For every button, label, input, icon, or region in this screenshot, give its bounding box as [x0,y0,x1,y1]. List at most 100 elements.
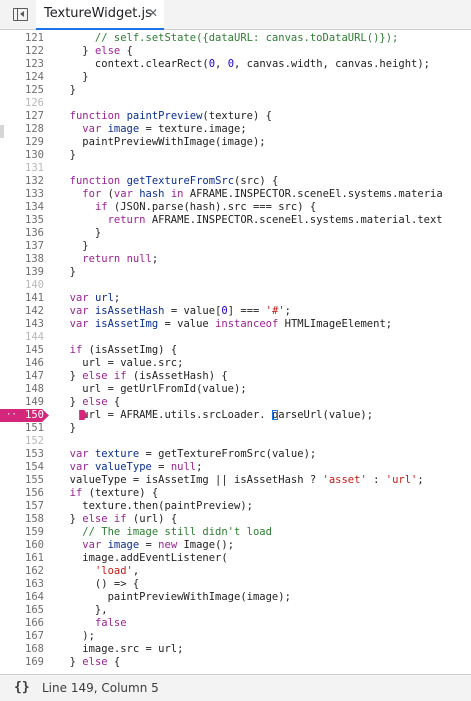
code-line[interactable]: 153 var texture = getTextureFromSrc(valu… [0,448,471,461]
code-line[interactable]: 165 }, [0,604,471,617]
code-line[interactable]: 125 } [0,84,471,97]
line-number[interactable]: 153 [0,448,44,461]
line-number[interactable]: 142 [0,305,44,318]
code-line[interactable]: 156 if (texture) { [0,487,471,500]
line-number[interactable]: 168 [0,643,44,656]
code-line[interactable]: 134 if (JSON.parse(hash).src === src) { [0,201,471,214]
code-line[interactable]: ·· 150 url = AFRAME.utils.srcLoader. pars… [0,409,471,422]
line-number[interactable]: 166 [0,617,44,630]
code-line[interactable]: 151 } [0,422,471,435]
line-number[interactable]: 141 [0,292,44,305]
code-editor[interactable]: 121 // self.setState({dataURL: canvas.to… [0,30,471,674]
code-line[interactable]: 137 } [0,240,471,253]
pretty-print-icon[interactable]: {} [14,680,30,695]
line-number[interactable]: 122 [0,45,44,58]
line-number[interactable]: 161 [0,552,44,565]
line-number[interactable]: 130 [0,149,44,162]
code-line[interactable]: 136 } [0,227,471,240]
code-line[interactable]: 169 } else { [0,656,471,669]
line-number[interactable]: 129 [0,136,44,149]
code-line[interactable]: 128 var image = texture.image; [0,123,471,136]
line-number[interactable]: 163 [0,578,44,591]
code-line[interactable]: 138 return null; [0,253,471,266]
line-number[interactable]: 158 [0,513,44,526]
code-line[interactable]: 132 function getTextureFromSrc(src) { [0,175,471,188]
code-line[interactable]: 133 for (var hash in AFRAME.INSPECTOR.sc… [0,188,471,201]
code-line[interactable]: 158 } else if (url) { [0,513,471,526]
line-number[interactable]: 136 [0,227,44,240]
line-number[interactable]: 124 [0,71,44,84]
inline-breakpoint-slot-icon[interactable] [272,410,279,420]
line-number[interactable]: 147 [0,370,44,383]
line-number[interactable]: 144 [0,331,44,344]
line-number[interactable]: 160 [0,539,44,552]
line-number[interactable]: 146 [0,357,44,370]
line-number[interactable]: 157 [0,500,44,513]
line-number[interactable]: 151 [0,422,44,435]
code-line[interactable]: 143 var isAssetImg = value instanceof HT… [0,318,471,331]
code-line[interactable]: 167 ); [0,630,471,643]
code-line[interactable]: 131 [0,162,471,175]
code-line[interactable]: 166 false [0,617,471,630]
code-line[interactable]: 146 url = value.src; [0,357,471,370]
code-line[interactable]: 152 [0,435,471,448]
code-line[interactable]: 147 } else if (isAssetHash) { [0,370,471,383]
line-number[interactable]: 162 [0,565,44,578]
code-line[interactable]: 127 function paintPreview(texture) { [0,110,471,123]
code-line[interactable]: 130 } [0,149,471,162]
code-line[interactable]: 121 // self.setState({dataURL: canvas.to… [0,32,471,45]
line-number[interactable]: 167 [0,630,44,643]
line-number[interactable]: 121 [0,32,44,45]
breakpoint-marker[interactable]: ·· 150 [0,409,49,422]
code-line[interactable]: 124 } [0,71,471,84]
line-number[interactable]: 123 [0,58,44,71]
code-line[interactable]: 122 } else { [0,45,471,58]
line-number[interactable]: 139 [0,266,44,279]
line-number[interactable]: 149 [0,396,44,409]
code-line[interactable]: 123 context.clearRect(0, 0, canvas.width… [0,58,471,71]
code-line[interactable]: 155 valueType = isAssetImg || isAssetHas… [0,474,471,487]
code-line[interactable]: 161 image.addEventListener( [0,552,471,565]
line-number[interactable]: 128 [0,123,44,136]
toggle-navigator-icon[interactable] [13,8,28,21]
code-line[interactable]: 145 if (isAssetImg) { [0,344,471,357]
line-number[interactable]: 138 [0,253,44,266]
line-number[interactable]: 132 [0,175,44,188]
line-number[interactable]: 143 [0,318,44,331]
code-line[interactable]: 157 texture.then(paintPreview); [0,500,471,513]
code-line[interactable]: 164 paintPreviewWithImage(image); [0,591,471,604]
code-line[interactable]: 149 } else { [0,396,471,409]
line-number[interactable]: 164 [0,591,44,604]
line-number[interactable]: 154 [0,461,44,474]
line-number[interactable]: 131 [0,162,44,175]
line-number[interactable]: 148 [0,383,44,396]
line-number[interactable]: 155 [0,474,44,487]
line-number[interactable]: 125 [0,84,44,97]
code-line[interactable]: 142 var isAssetHash = value[0] === '#'; [0,305,471,318]
close-icon[interactable]: ✕ [148,6,158,20]
line-number[interactable]: 137 [0,240,44,253]
code-line[interactable]: 160 var image = new Image(); [0,539,471,552]
line-number[interactable]: 134 [0,201,44,214]
line-number[interactable]: 127 [0,110,44,123]
line-number[interactable]: 133 [0,188,44,201]
code-line[interactable]: 126 [0,97,471,110]
code-line[interactable]: 139 } [0,266,471,279]
line-number[interactable]: 159 [0,526,44,539]
line-number[interactable]: 169 [0,656,44,669]
line-number[interactable]: 156 [0,487,44,500]
code-line[interactable]: 154 var valueType = null; [0,461,471,474]
code-line[interactable]: 148 url = getUrlFromId(value); [0,383,471,396]
line-number[interactable]: 165 [0,604,44,617]
line-number[interactable]: 145 [0,344,44,357]
code-line[interactable]: 163 () => { [0,578,471,591]
line-number[interactable]: 152 [0,435,44,448]
code-line[interactable]: 140 [0,279,471,292]
tab-texturewidget[interactable]: TextureWidget.js ✕ [36,0,164,30]
line-number[interactable]: 126 [0,97,44,110]
line-number[interactable]: 140 [0,279,44,292]
code-line[interactable]: 162 'load', [0,565,471,578]
code-line[interactable]: 144 [0,331,471,344]
code-line[interactable]: 141 var url; [0,292,471,305]
code-line[interactable]: 135 return AFRAME.INSPECTOR.sceneEl.syst… [0,214,471,227]
